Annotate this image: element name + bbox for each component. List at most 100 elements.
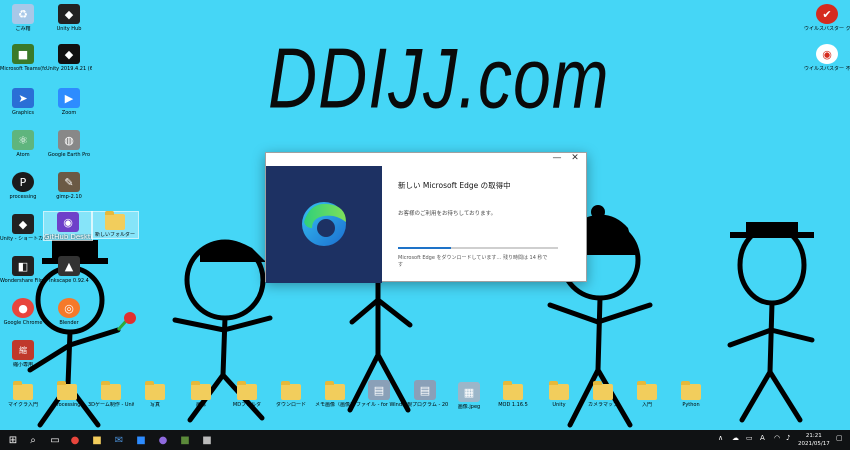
desktop-icon-shukusen[interactable]: 縮 縮小専用 xyxy=(0,340,46,368)
desktop: DDIJJ.com ♻ ごみ箱 ◆ Unity Hub ■ Microsoft … xyxy=(0,0,850,430)
desktop-folder[interactable]: メモ画像（画像） xyxy=(312,381,358,408)
download-progress-bar xyxy=(398,247,558,249)
desktop-icon-graphics[interactable]: ➤ Graphics xyxy=(0,88,46,116)
desktop-shortcut[interactable]: ▤ファイル - for Windows - 入門 xyxy=(356,380,402,408)
desktop-icon-filmora[interactable]: ◧ Wondershare Filmora9 xyxy=(0,256,46,284)
desktop-folder[interactable]: Unity xyxy=(536,381,582,408)
chevron-up-icon[interactable]: ∧ xyxy=(718,434,723,442)
system-clock[interactable]: 21:21 2021/05/17 xyxy=(798,432,830,448)
folder-icon xyxy=(637,381,657,400)
inkscape-icon: ▲ xyxy=(58,256,80,276)
desktop-icon-new-folder[interactable]: 新しいフォルダー xyxy=(91,211,139,239)
desktop-folder[interactable]: 写真 xyxy=(132,381,178,408)
folder-icon xyxy=(593,381,613,400)
desktop-icon-blender[interactable]: ◎ Blender xyxy=(46,298,92,326)
network-icon[interactable]: ▭ xyxy=(746,434,753,442)
desktop-icon-gimp[interactable]: ✎ gimp-2.10 xyxy=(46,172,92,200)
desktop-icon-unity-2019[interactable]: ◆ Unity 2019.4.21 (64-bit) xyxy=(46,44,92,72)
minecraft-icon[interactable]: ■ xyxy=(178,433,192,447)
folder-icon xyxy=(191,381,211,400)
desktop-folder[interactable]: ダウンロード xyxy=(268,381,314,408)
volume-icon[interactable]: ♪ xyxy=(786,434,790,442)
folder-icon xyxy=(145,381,165,400)
edge-logo-panel xyxy=(266,166,382,283)
desktop-image-file[interactable]: ▦ 画像.jpeg xyxy=(446,382,492,410)
task-view-icon[interactable]: ▭ xyxy=(48,433,62,447)
folder-icon xyxy=(105,211,125,230)
image-file-icon: ▦ xyxy=(458,382,480,402)
desktop-icon-google-earth[interactable]: ◍ Google Earth Pro xyxy=(46,130,92,158)
desktop-folder[interactable]: 入門 xyxy=(624,381,670,408)
search-icon[interactable]: ⌕ xyxy=(26,433,40,447)
start-button[interactable]: ⊞ xyxy=(6,433,20,447)
folder-icon xyxy=(101,381,121,400)
desktop-icon-atom[interactable]: ⚛ Atom xyxy=(0,130,46,158)
taskbar: ⊞ ⌕ ▭ ● ■ ✉ ■ ● ■ ■ ∧ ☁ ▭ A ◠ ♪ 21:21 20… xyxy=(0,430,850,450)
blender-icon: ◎ xyxy=(58,298,80,318)
minecraft-icon: ■ xyxy=(12,44,34,64)
wifi-icon[interactable]: ◠ xyxy=(774,434,780,442)
zoom-icon[interactable]: ■ xyxy=(134,433,148,447)
app-icon: ➤ xyxy=(12,88,34,108)
desktop-icon-github-desktop[interactable]: ◉ GitHub Desktop xyxy=(43,211,93,241)
desktop-icon-virus-buster[interactable]: ✔ ウイルスバスター クラウド xyxy=(804,4,850,32)
teams-icon[interactable]: ● xyxy=(156,433,170,447)
folder-icon xyxy=(281,381,301,400)
desktop-icon-processing[interactable]: P processing xyxy=(0,172,46,200)
github-desktop-icon: ◉ xyxy=(57,212,79,232)
zoom-icon: ▶ xyxy=(58,88,80,108)
edge-install-dialog: — ✕ 新しい Microsoft Edge の取得中 お客様のご利用をお待ちし… xyxy=(265,152,587,283)
ime-indicator[interactable]: A xyxy=(760,434,765,442)
virus-buster-icon: ◉ xyxy=(816,44,838,64)
desktop-icon-virus-buster-tool[interactable]: ◉ ウイルスバスター 不正変更監視ツール xyxy=(804,44,850,72)
desktop-folder[interactable]: MOD 1.16.5 xyxy=(490,381,536,408)
file-icon: ▤ xyxy=(414,380,436,400)
folder-icon xyxy=(13,381,33,400)
desktop-icon-recycle-bin[interactable]: ♻ ごみ箱 xyxy=(0,4,46,32)
download-status: Microsoft Edge をダウンロードしています… 残り時間は 14 秒で… xyxy=(398,255,548,268)
desktop-icon-google-chrome[interactable]: ● Google Chrome xyxy=(0,298,46,326)
folder-icon xyxy=(57,381,77,400)
shukusen-icon: 縮 xyxy=(12,340,34,360)
desktop-icon-minecraft[interactable]: ■ Microsoft Teams(for work) xyxy=(0,44,46,72)
filmora-icon: ◧ xyxy=(12,256,34,276)
edge-setup-icon[interactable]: ■ xyxy=(200,433,214,447)
folder-icon xyxy=(503,381,523,400)
desktop-folder[interactable]: 3Dゲーム制作 - Unity xyxy=(88,381,134,408)
desktop-icon-zoom[interactable]: ▶ Zoom xyxy=(46,88,92,116)
unity-icon: ◆ xyxy=(58,4,80,24)
unity-icon: ◆ xyxy=(58,44,80,64)
desktop-shortcut[interactable]: ▤新規プログラム - 2021 xyxy=(402,380,448,408)
file-icon: ▤ xyxy=(368,380,390,400)
unity-icon: ◆ xyxy=(12,214,34,234)
folder-icon xyxy=(325,381,345,400)
desktop-folder[interactable]: 画像 xyxy=(178,381,224,408)
desktop-folder[interactable]: カメラマップ xyxy=(580,381,626,408)
minimize-button[interactable]: — xyxy=(550,154,564,163)
dialog-message: お客様のご利用をお待ちしております。 xyxy=(398,211,497,217)
desktop-folder[interactable]: マイクラ入門 xyxy=(0,381,46,408)
desktop-icon-inkscape[interactable]: ▲ Inkscape 0.92.4 xyxy=(46,256,92,284)
folder-icon xyxy=(681,381,701,400)
gimp-icon: ✎ xyxy=(58,172,80,192)
desktop-icon-unity-shortcut[interactable]: ◆ Unity - ショートカット xyxy=(0,214,46,242)
progress-fill xyxy=(398,247,451,249)
mail-icon[interactable]: ✉ xyxy=(112,433,126,447)
folder-icon xyxy=(237,381,257,400)
folder-icon xyxy=(549,381,569,400)
notification-icon[interactable]: ▢ xyxy=(836,434,843,442)
close-button[interactable]: ✕ xyxy=(568,154,582,163)
file-explorer-icon[interactable]: ■ xyxy=(90,433,104,447)
dialog-titlebar: — ✕ xyxy=(266,153,586,165)
chrome-icon: ● xyxy=(12,298,34,318)
virus-buster-icon: ✔ xyxy=(816,4,838,24)
desktop-folder[interactable]: MDフォルダ xyxy=(224,381,270,408)
recycle-bin-icon: ♻ xyxy=(12,4,34,24)
clock-date: 2021/05/17 xyxy=(798,441,830,447)
cloud-icon[interactable]: ☁ xyxy=(732,434,739,442)
clock-time: 21:21 xyxy=(805,433,822,439)
desktop-folder[interactable]: Python xyxy=(668,381,714,408)
chrome-icon[interactable]: ● xyxy=(68,433,82,447)
desktop-folder[interactable]: processing xyxy=(44,381,90,408)
desktop-icon-unity-hub[interactable]: ◆ Unity Hub xyxy=(46,4,92,32)
